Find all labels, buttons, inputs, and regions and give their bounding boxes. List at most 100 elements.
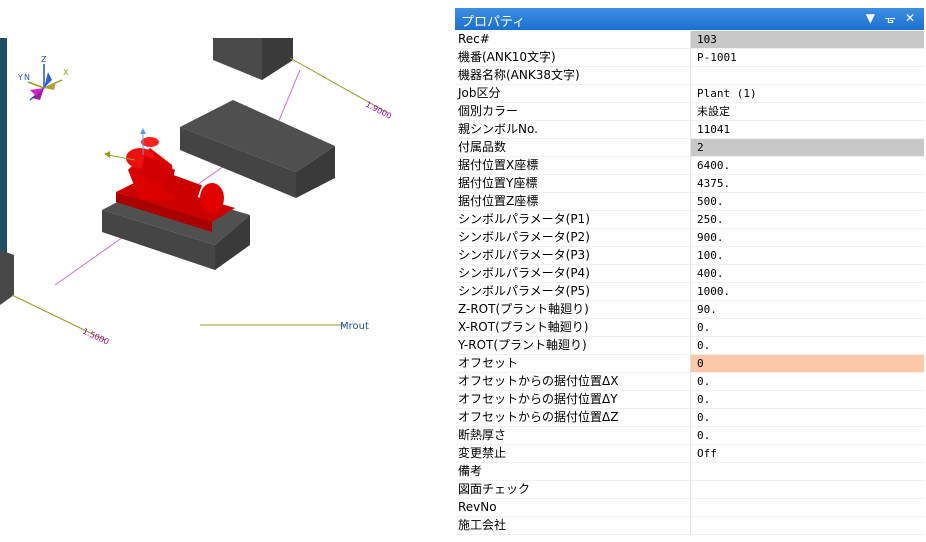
property-row[interactable]: Y-ROT(プラント軸廻り) 0.	[455, 336, 924, 355]
property-value[interactable]: 103	[690, 31, 924, 49]
property-name: RevNo	[455, 498, 691, 517]
property-name: 備考	[455, 462, 691, 481]
property-name: オフセット	[455, 354, 691, 373]
property-row[interactable]: 個別カラー 未設定	[455, 102, 924, 121]
property-name: 据付位置Z座標	[455, 192, 691, 211]
dimension-label-2: 1.5000	[81, 327, 110, 347]
property-value[interactable]: 100.	[690, 246, 924, 265]
property-value[interactable]: 400.	[690, 264, 924, 283]
property-name: 変更禁止	[455, 444, 691, 463]
property-value[interactable]: 0.	[690, 390, 924, 409]
properties-title-bar[interactable]: プロパティ ▼ ᚗ ✕	[455, 8, 924, 30]
property-grid: Rec# 103 機番(ANK10文字) P-1001 機器名称(ANK38文字) Job…	[455, 31, 924, 535]
property-row[interactable]: 断熱厚さ 0.	[455, 426, 924, 445]
property-name: X-ROT(プラント軸廻り)	[455, 318, 691, 337]
property-value[interactable]: 6400.	[690, 156, 924, 175]
property-name: オフセットからの据付位置ΔY	[455, 390, 691, 409]
property-name: 施工会社	[455, 516, 691, 535]
property-value[interactable]: Plant (1)	[690, 84, 924, 103]
panel-title: プロパティ	[461, 15, 526, 30]
svg-text:Z: Z	[41, 55, 47, 64]
property-value[interactable]	[690, 462, 924, 481]
mrout-label: Mrout	[340, 321, 369, 332]
property-row[interactable]: オフセット 0	[455, 354, 924, 373]
scene-canvas[interactable]: 1.9000 1.5000 Mrout Z X Y N	[0, 0, 455, 542]
property-name: シンボルパラメータ(P4)	[455, 264, 691, 283]
properties-panel: プロパティ ▼ ᚗ ✕ Rec# 103 機番(ANK10文字) P-1001 機器名称…	[455, 0, 926, 542]
property-value[interactable]: 900.	[690, 228, 924, 247]
property-row[interactable]: 備考	[455, 462, 924, 481]
pin-icon[interactable]: ᚗ	[882, 11, 898, 25]
property-row[interactable]: RevNo	[455, 498, 924, 517]
axis-gizmo: Z X Y N	[17, 55, 69, 101]
property-row[interactable]: オフセットからの据付位置ΔZ 0.	[455, 408, 924, 427]
property-row[interactable]: シンボルパラメータ(P4) 400.	[455, 264, 924, 283]
property-value[interactable]: 0.	[690, 408, 924, 427]
property-name: 据付位置X座標	[455, 156, 691, 175]
property-name: シンボルパラメータ(P2)	[455, 228, 691, 247]
property-name: 付属品数	[455, 138, 691, 157]
property-value[interactable]: 4375.	[690, 174, 924, 193]
property-row[interactable]: 据付位置X座標 6400.	[455, 156, 924, 175]
property-name: 断熱厚さ	[455, 426, 691, 445]
svg-text:X: X	[63, 68, 69, 77]
property-row[interactable]: 付属品数 2	[455, 138, 924, 157]
property-value[interactable]: 0.	[690, 318, 924, 337]
close-icon[interactable]: ✕	[902, 11, 918, 25]
dropdown-icon[interactable]: ▼	[862, 11, 878, 25]
property-row[interactable]: 据付位置Z座標 500.	[455, 192, 924, 211]
property-name: 機番(ANK10文字)	[455, 48, 691, 67]
property-value[interactable]: P-1001	[690, 48, 924, 67]
property-name: オフセットからの据付位置ΔX	[455, 372, 691, 391]
property-row[interactable]: オフセットからの据付位置ΔX 0.	[455, 372, 924, 391]
property-row[interactable]: Rec# 103	[455, 31, 924, 49]
property-value[interactable]: 250.	[690, 210, 924, 229]
property-row[interactable]: オフセットからの据付位置ΔY 0.	[455, 390, 924, 409]
property-value[interactable]	[690, 480, 924, 499]
block-left-edge	[0, 250, 14, 305]
property-value[interactable]: 500.	[690, 192, 924, 211]
property-value[interactable]: 0.	[690, 372, 924, 391]
property-row[interactable]: 変更禁止 Off	[455, 444, 924, 463]
property-name: 図面チェック	[455, 480, 691, 499]
property-row[interactable]: シンボルパラメータ(P3) 100.	[455, 246, 924, 265]
property-row[interactable]: 据付位置Y座標 4375.	[455, 174, 924, 193]
property-value[interactable]	[690, 66, 924, 85]
property-row[interactable]: 機器名称(ANK38文字)	[455, 66, 924, 85]
property-value[interactable]: 0.	[690, 336, 924, 355]
property-row[interactable]: X-ROT(プラント軸廻り) 0.	[455, 318, 924, 337]
property-row[interactable]: 機番(ANK10文字) P-1001	[455, 48, 924, 67]
property-value[interactable]: 0	[690, 354, 924, 373]
property-value[interactable]: 2	[690, 138, 924, 157]
property-name: 据付位置Y座標	[455, 174, 691, 193]
svg-text:Y: Y	[17, 73, 23, 82]
property-name: Z-ROT(プラント軸廻り)	[455, 300, 691, 319]
property-name: Job区分	[455, 84, 691, 103]
property-row[interactable]: シンボルパラメータ(P5) 1000.	[455, 282, 924, 301]
property-row[interactable]: 親シンボルNo. 11041	[455, 120, 924, 139]
dimension-label-1: 1.9000	[364, 100, 393, 121]
property-name: Rec#	[455, 31, 691, 49]
property-name: シンボルパラメータ(P1)	[455, 210, 691, 229]
property-value[interactable]: Off	[690, 444, 924, 463]
property-name: シンボルパラメータ(P3)	[455, 246, 691, 265]
property-value[interactable]: 90.	[690, 300, 924, 319]
property-name: 機器名称(ANK38文字)	[455, 66, 691, 85]
property-value[interactable]: 1000.	[690, 282, 924, 301]
property-value[interactable]	[690, 516, 924, 535]
property-row[interactable]: シンボルパラメータ(P1) 250.	[455, 210, 924, 229]
property-row[interactable]: 施工会社	[455, 516, 924, 535]
property-value[interactable]: 0.	[690, 426, 924, 445]
property-name: オフセットからの据付位置ΔZ	[455, 408, 691, 427]
property-value[interactable]: 未設定	[690, 102, 924, 121]
property-row[interactable]: Job区分 Plant (1)	[455, 84, 924, 103]
svg-text:N: N	[24, 73, 30, 82]
3d-viewport[interactable]: 1.9000 1.5000 Mrout Z X Y N	[0, 0, 455, 542]
property-value[interactable]	[690, 498, 924, 517]
property-value[interactable]: 11041	[690, 120, 924, 139]
property-row[interactable]: シンボルパラメータ(P2) 900.	[455, 228, 924, 247]
property-name: シンボルパラメータ(P5)	[455, 282, 691, 301]
property-row[interactable]: 図面チェック	[455, 480, 924, 499]
property-name: 個別カラー	[455, 102, 691, 121]
property-row[interactable]: Z-ROT(プラント軸廻り) 90.	[455, 300, 924, 319]
